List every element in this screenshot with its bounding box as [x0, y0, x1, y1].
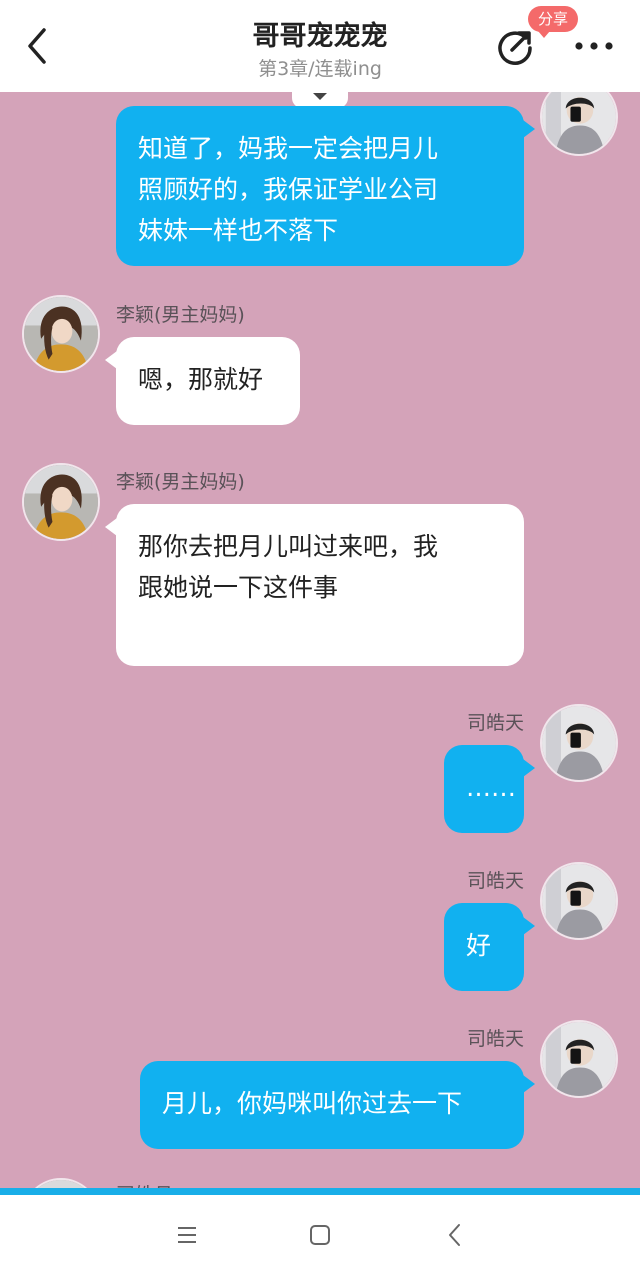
share-badge[interactable]: 分享	[528, 6, 579, 38]
speaker-name: 司皓天	[466, 712, 524, 734]
girl-avatar-icon	[24, 465, 98, 539]
avatar[interactable]	[540, 862, 618, 940]
girl-avatar-icon	[24, 297, 98, 371]
share-icon	[498, 31, 532, 65]
nav-back-button[interactable]	[440, 1220, 470, 1250]
menu-button[interactable]	[172, 1220, 202, 1250]
avatar[interactable]	[540, 704, 618, 782]
boy-avatar-icon	[542, 864, 616, 938]
avatar[interactable]	[540, 1020, 618, 1098]
chat-area[interactable]: 知道了，妈我一定会把月儿 照顾好的，我保证学业公司 妹妹一样也不落下 李颖(男主…	[0, 92, 640, 1188]
home-button[interactable]	[305, 1220, 335, 1250]
progress-line	[0, 1188, 640, 1195]
avatar[interactable]	[22, 463, 100, 541]
system-nav-bar	[0, 1195, 640, 1280]
speaker-name: 李颖(男主妈妈)	[116, 471, 245, 493]
message-bubble[interactable]: 月儿，你妈咪叫你过去一下	[140, 1061, 535, 1149]
home-icon	[310, 1225, 330, 1245]
message-bubble[interactable]: 知道了，妈我一定会把月儿 照顾好的，我保证学业公司 妹妹一样也不落下	[116, 106, 535, 266]
share-button[interactable]	[496, 26, 536, 66]
top-bar: 哥哥宠宠宠 第3章/连载ing 分享	[0, 0, 640, 92]
girl-avatar-icon	[24, 1180, 98, 1188]
message-bubble[interactable]: 嗯，那就好	[105, 337, 300, 425]
more-button[interactable]	[572, 36, 616, 56]
boy-avatar-icon	[542, 1022, 616, 1096]
avatar[interactable]	[22, 295, 100, 373]
message-bubble[interactable]: 那你去把月儿叫过来吧，我 跟她说一下这件事	[105, 504, 524, 666]
avatar[interactable]	[540, 92, 618, 156]
boy-avatar-icon	[542, 92, 616, 154]
boy-avatar-icon	[542, 706, 616, 780]
speaker-name: 李颖(男主妈妈)	[116, 304, 245, 326]
speaker-name: 司皓天	[466, 1028, 524, 1050]
message-bubble[interactable]: 好	[444, 903, 535, 991]
back-icon	[449, 1224, 460, 1246]
chapter-status: 第3章/连载ing	[258, 58, 382, 80]
speaker-name: 司皓月	[116, 1180, 173, 1188]
avatar[interactable]	[22, 1178, 100, 1188]
menu-icon	[178, 1227, 196, 1243]
more-icon	[575, 42, 613, 50]
message-bubble[interactable]: ……	[444, 745, 535, 833]
speaker-name: 司皓天	[466, 870, 524, 892]
